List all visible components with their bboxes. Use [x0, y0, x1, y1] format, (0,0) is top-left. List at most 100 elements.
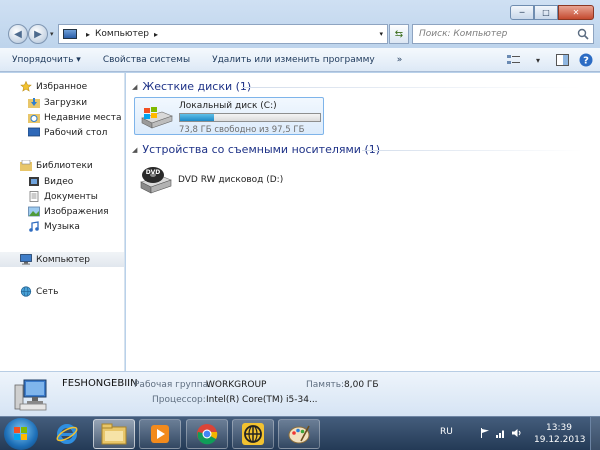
computer-large-icon [14, 379, 47, 411]
taskbar-paint[interactable] [278, 419, 320, 449]
breadcrumb-computer[interactable]: Компьютер [95, 29, 149, 39]
svg-text:?: ? [583, 56, 589, 67]
taskbar-explorer[interactable] [93, 419, 135, 449]
disk-usage-bar [179, 113, 321, 122]
address-dropdown-icon[interactable]: ▾ [379, 30, 383, 38]
dvd-drive-name: DVD RW дисковод (D:) [178, 175, 284, 185]
computer-icon [63, 29, 77, 39]
details-pane: FESHONGEBIIN Рабочая группа: WORKGROUP П… [0, 371, 600, 416]
local-disk-c[interactable]: Локальный диск (C:) 73,8 ГБ свободно из … [134, 97, 324, 135]
title-bar[interactable]: ─ □ ✕ [0, 0, 600, 20]
show-desktop-button[interactable] [590, 417, 600, 450]
breadcrumb-arrow-icon[interactable]: ▸ [86, 30, 90, 39]
nav-item-desktop[interactable]: Рабочий стол [0, 125, 124, 140]
nav-computer[interactable]: Компьютер [0, 252, 124, 267]
removable-group-header[interactable]: ◢ Устройства со съемными носителями (1) [132, 143, 380, 156]
system-properties-button[interactable]: Свойства системы [103, 55, 190, 65]
view-dropdown-icon[interactable]: ▾ [530, 52, 546, 68]
nav-item-label: Музыка [44, 221, 80, 232]
hard-drives-header-label: Жесткие диски (1) [142, 80, 252, 93]
address-bar[interactable]: ▸ Компьютер ▸ ▾ [58, 24, 388, 44]
uninstall-program-button[interactable]: Удалить или изменить программу [212, 55, 375, 65]
taskbar-media-player[interactable] [139, 419, 181, 449]
processor-label: Процессор: [152, 395, 206, 405]
collapse-arrow-icon[interactable]: ◢ [132, 146, 137, 154]
music-library-icon [29, 221, 39, 232]
video-library-icon [29, 177, 39, 186]
explorer-window: ─ □ ✕ ◀ ▶ ▾ ▸ Компьютер ▸ ▾ ⇆ Поиск: Ком… [0, 0, 600, 416]
windows-logo-icon [14, 427, 27, 440]
system-clock[interactable]: 13:39 19.12.2013 [534, 422, 586, 446]
local-disk-name: Локальный диск (C:) [179, 101, 277, 111]
disk-free-space: 73,8 ГБ свободно из 97,5 ГБ [179, 125, 305, 135]
nav-item-pictures[interactable]: Изображения [0, 204, 124, 219]
network-tray-icon[interactable] [496, 428, 506, 438]
nav-network[interactable]: Сеть [0, 284, 124, 299]
clock-date: 19.12.2013 [534, 435, 586, 445]
hard-drives-group-header[interactable]: ◢ Жесткие диски (1) [132, 80, 251, 93]
help-icon[interactable]: ? [578, 52, 594, 68]
paint-palette-icon [288, 425, 310, 444]
documents-library-icon [29, 191, 39, 202]
taskbar: RU 13:39 19.12.2013 [0, 416, 600, 450]
more-commands-button[interactable]: » [397, 55, 403, 65]
nav-favorites-label: Избранное [36, 81, 88, 92]
taskbar-globe-app[interactable] [232, 419, 274, 449]
nav-favorites[interactable]: Избранное [0, 79, 124, 94]
nav-item-recent-places[interactable]: Недавние места [0, 110, 124, 125]
nav-item-downloads[interactable]: Загрузки [0, 95, 124, 110]
refresh-button[interactable]: ⇆ [389, 24, 409, 44]
computer-name: FESHONGEBIIN [62, 378, 138, 389]
window-buttons: ─ □ ✕ [510, 5, 594, 20]
computer-icon [20, 254, 32, 265]
nav-computer-label: Компьютер [36, 254, 90, 265]
nav-item-label: Документы [44, 191, 98, 202]
input-language[interactable]: RU [440, 427, 453, 437]
pictures-library-icon [28, 206, 40, 217]
volume-icon[interactable] [512, 428, 522, 438]
nav-item-music[interactable]: Музыка [0, 219, 124, 234]
nav-libraries-label: Библиотеки [36, 160, 93, 171]
workgroup-label: Рабочая группа: [134, 380, 212, 390]
downloads-folder-icon [28, 98, 40, 108]
breadcrumb-arrow-icon[interactable]: ▸ [154, 30, 158, 39]
organize-button[interactable]: Упорядочить ▾ [12, 55, 81, 65]
search-icon[interactable] [577, 28, 589, 40]
recent-pages-dropdown-icon[interactable]: ▾ [50, 30, 54, 38]
collapse-arrow-icon[interactable]: ◢ [132, 83, 137, 91]
nav-libraries[interactable]: Библиотеки [0, 158, 124, 173]
maximize-button[interactable]: □ [534, 5, 558, 20]
minimize-button[interactable]: ─ [510, 5, 534, 20]
nav-item-video[interactable]: Видео [0, 174, 124, 189]
nav-item-label: Изображения [44, 206, 109, 217]
view-controls: ▾ ? [498, 52, 594, 68]
memory-value: 8,00 ГБ [344, 380, 379, 390]
nav-network-label: Сеть [36, 286, 59, 297]
change-view-icon[interactable] [506, 52, 522, 68]
group-divider [242, 87, 582, 88]
internet-explorer-icon [56, 424, 78, 444]
action-center-flag-icon[interactable] [480, 428, 490, 438]
disk-usage-fill [180, 114, 215, 121]
star-icon [20, 81, 32, 92]
preview-pane-icon[interactable] [554, 52, 570, 68]
windows-drive-icon [141, 107, 173, 129]
taskbar-ie[interactable] [46, 419, 88, 449]
network-icon [20, 286, 32, 297]
forward-button[interactable]: ▶ [28, 24, 48, 44]
search-input[interactable]: Поиск: Компьютер [412, 24, 594, 44]
back-button[interactable]: ◀ [8, 24, 28, 44]
clock-time: 13:39 [546, 423, 572, 433]
workgroup-value: WORKGROUP [206, 380, 267, 390]
dvd-icon-text: DVD [146, 169, 161, 176]
content-pane: ◢ Жесткие диски (1) Локальный диск (C:) … [126, 73, 600, 371]
taskbar-chrome[interactable] [186, 419, 228, 449]
search-placeholder: Поиск: Компьютер [419, 29, 508, 39]
dvd-drive-d[interactable]: DVD DVD RW дисковод (D:) [134, 163, 334, 199]
nav-item-label: Рабочий стол [44, 127, 108, 138]
nav-item-documents[interactable]: Документы [0, 189, 124, 204]
recent-places-icon [28, 114, 40, 123]
close-button[interactable]: ✕ [558, 5, 594, 20]
start-button[interactable] [4, 418, 38, 450]
dvd-drive-icon: DVD [140, 167, 172, 194]
